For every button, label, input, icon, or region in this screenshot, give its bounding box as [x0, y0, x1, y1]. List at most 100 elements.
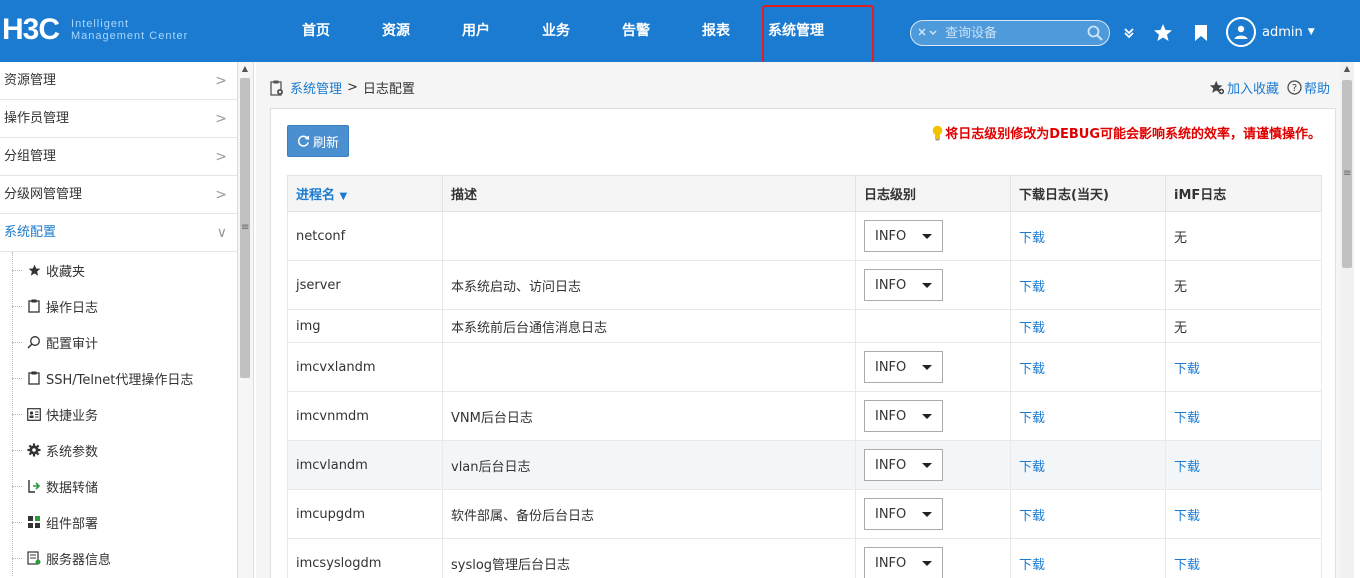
h3c-logo[interactable]: H3C Intelligent Management Center	[0, 8, 188, 52]
sidebar-subitem-label: 系统参数	[46, 444, 99, 460]
clipboard-gear-icon	[270, 80, 284, 96]
nav-service[interactable]: 业务	[516, 0, 596, 62]
download-link[interactable]: 下载	[1019, 558, 1045, 573]
sidebar-item-operator-management[interactable]: 操作员管理 >	[0, 100, 237, 138]
add-favorite-link[interactable]: 加入收藏	[1209, 78, 1279, 97]
sidebar-subitem-component-deploy[interactable]: 组件部署	[0, 504, 237, 540]
col-imf-log[interactable]: iMF日志	[1165, 175, 1322, 212]
sidebar-subitem-config-audit[interactable]: 配置审计	[0, 324, 237, 360]
sidebar-splitter[interactable]: ▲ ≡	[238, 62, 254, 578]
log-level-select[interactable]: INFO	[864, 547, 943, 578]
log-level-value: INFO	[875, 506, 907, 522]
table-row: imcvxlandm INFO 下载 下载	[287, 342, 1322, 392]
cell-download: 下载	[1010, 211, 1166, 261]
search-scope-icon[interactable]	[911, 27, 945, 39]
help-link[interactable]: ? 帮助	[1287, 78, 1330, 97]
cell-description	[442, 342, 856, 392]
sidebar-item-group-management[interactable]: 分组管理 >	[0, 138, 237, 176]
table-row: jserver 本系统启动、访问日志 INFO 下载 无	[287, 260, 1322, 310]
search-input[interactable]	[945, 25, 1081, 41]
table-header-row: 进程名 ▼ 描述 日志级别 下载日志(当天) iMF日志	[287, 175, 1322, 212]
nav-user[interactable]: 用户	[436, 0, 516, 62]
caret-down-icon	[922, 561, 932, 566]
log-level-select[interactable]: INFO	[864, 498, 943, 530]
download-link[interactable]: 下载	[1019, 280, 1045, 295]
imf-download-link[interactable]: 下载	[1174, 460, 1200, 475]
chevron-right-icon: >	[215, 73, 227, 89]
download-link[interactable]: 下载	[1019, 411, 1045, 426]
log-level-select[interactable]: INFO	[864, 220, 943, 252]
download-link[interactable]: 下载	[1019, 321, 1045, 336]
chevron-right-icon: >	[215, 111, 227, 127]
imf-download-link[interactable]: 下载	[1174, 558, 1200, 573]
bookmark-icon[interactable]	[1192, 20, 1210, 46]
log-level-select[interactable]: INFO	[864, 351, 943, 383]
breadcrumb-system-management[interactable]: 系统管理	[290, 78, 342, 97]
sidebar-item-system-config[interactable]: 系统配置 ∨	[0, 214, 237, 252]
chevron-down-icon: ▼	[1307, 27, 1315, 37]
sidebar-subitem-server-info[interactable]: 服务器信息	[0, 540, 237, 576]
sidebar-item-hierarchical-nms[interactable]: 分级网管管理 >	[0, 176, 237, 214]
sidebar-subitem-quick-service[interactable]: 快捷业务	[0, 396, 237, 432]
cell-imf: 下载	[1165, 538, 1322, 578]
cell-description: 本系统启动、访问日志	[442, 260, 856, 310]
cell-download: 下载	[1010, 538, 1166, 578]
refresh-icon	[297, 135, 310, 148]
sidebar-subitem-label: 快捷业务	[46, 408, 99, 424]
scroll-up-arrow-icon[interactable]: ▲	[1340, 62, 1354, 76]
cell-download: 下载	[1010, 440, 1166, 490]
col-description[interactable]: 描述	[442, 175, 856, 212]
nav-resource[interactable]: 资源	[356, 0, 436, 62]
sidebar-subitem-favorites[interactable]: 收藏夹	[0, 252, 237, 288]
star-favorites-icon[interactable]	[1152, 20, 1174, 46]
search-audit-icon	[26, 334, 42, 350]
cell-imf: 下载	[1165, 391, 1322, 441]
sidebar-subitem-label: 收藏夹	[46, 264, 86, 280]
sidebar: 资源管理 > 操作员管理 > 分组管理 > 分级网管管理 > 系统配置 ∨ 收藏…	[0, 62, 238, 578]
log-level-value: INFO	[875, 277, 907, 293]
col-log-level[interactable]: 日志级别	[855, 175, 1011, 212]
imf-download-link[interactable]: 下载	[1174, 411, 1200, 426]
cell-description: vlan后台日志	[442, 440, 856, 490]
sidebar-item-resource-management[interactable]: 资源管理 >	[0, 62, 237, 100]
scroll-up-arrow-icon[interactable]: ▲	[238, 62, 252, 76]
sidebar-subitem-operation-log[interactable]: 操作日志	[0, 288, 237, 324]
nav-report[interactable]: 报表	[676, 0, 756, 62]
download-link[interactable]: 下载	[1019, 509, 1045, 524]
cell-imf: 下载	[1165, 342, 1322, 392]
server-info-icon	[26, 550, 42, 566]
refresh-button[interactable]: 刷新	[287, 125, 349, 157]
imf-download-link[interactable]: 下载	[1174, 509, 1200, 524]
cell-download: 下载	[1010, 260, 1166, 310]
search-icon[interactable]	[1081, 25, 1109, 41]
splitter-grip-icon[interactable]: ≡	[241, 222, 249, 233]
col-download-today[interactable]: 下载日志(当天)	[1010, 175, 1166, 212]
log-level-value: INFO	[875, 228, 907, 244]
log-config-table: 进程名 ▼ 描述 日志级别 下载日志(当天) iMF日志 netconf INF…	[287, 175, 1322, 578]
nav-system-management[interactable]: 系统管理	[756, 0, 836, 62]
sidebar-subitem-system-params[interactable]: 系统参数	[0, 432, 237, 468]
download-link[interactable]: 下载	[1019, 231, 1045, 246]
nav-alarm[interactable]: 告警	[596, 0, 676, 62]
help-icon: ?	[1287, 80, 1302, 95]
sidebar-subitem-data-dump[interactable]: 数据转储	[0, 468, 237, 504]
user-menu[interactable]: admin ▼	[1226, 17, 1315, 47]
table-row: imcvnmdm VNM后台日志 INFO 下载 下载	[287, 391, 1322, 441]
imf-download-link[interactable]: 下载	[1174, 362, 1200, 377]
log-level-select[interactable]: INFO	[864, 269, 943, 301]
log-level-select[interactable]: INFO	[864, 400, 943, 432]
sidebar-subitem-label: 配置审计	[46, 336, 99, 352]
table-row: img 本系统前后台通信消息日志 下载 无	[287, 309, 1322, 343]
clipboard-icon	[26, 370, 42, 386]
double-chevron-down-icon[interactable]	[1120, 20, 1138, 46]
download-link[interactable]: 下载	[1019, 362, 1045, 377]
debug-warning: 将日志级别修改为DEBUG可能会影响系统的效率，请谨慎操作。	[932, 123, 1321, 142]
page-scrollbar[interactable]: ▲ ≡	[1340, 62, 1354, 578]
nav-home[interactable]: 首页	[276, 0, 356, 62]
sidebar-subitem-ssh-telnet-log[interactable]: SSH/Telnet代理操作日志	[0, 360, 237, 396]
logo-subtitle-line2: Management Center	[71, 30, 189, 42]
col-process-name[interactable]: 进程名 ▼	[287, 175, 443, 212]
download-link[interactable]: 下载	[1019, 460, 1045, 475]
logo-brand: H3C	[2, 13, 60, 46]
log-level-select[interactable]: INFO	[864, 449, 943, 481]
